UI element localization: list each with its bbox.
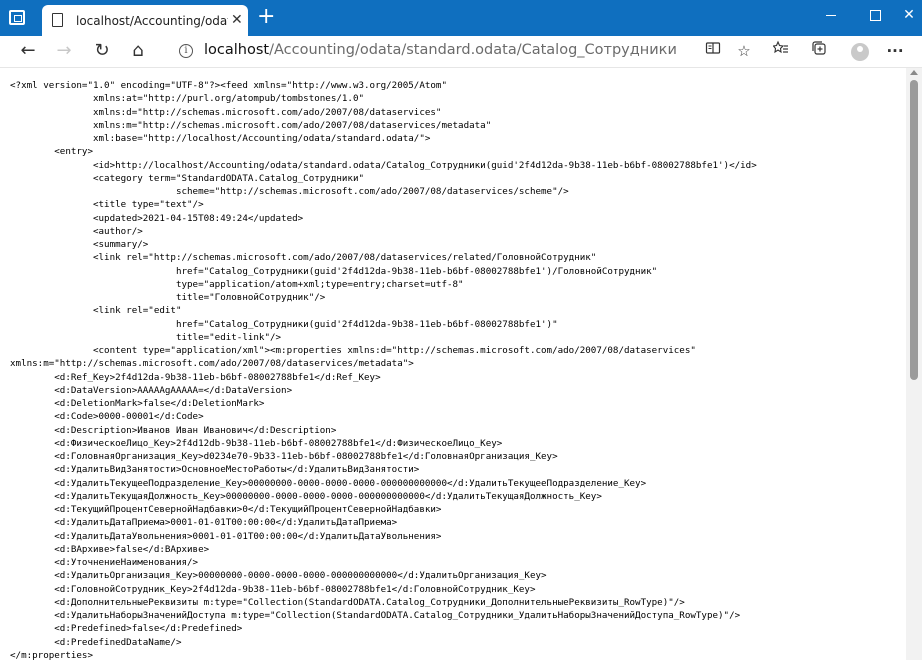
xml-line: scheme="http://schemas.microsoft.com/ado… [10, 186, 569, 197]
xml-line: <d:DeletionMark>false</d:DeletionMark> [10, 398, 265, 409]
xml-line: <?xml version="1.0" encoding="UTF-8"?><f… [10, 80, 447, 91]
address-bar[interactable]: localhost/Accounting/odata/standard.odat… [204, 42, 677, 58]
xml-line: <d:Code>0000-00001</d:Code> [10, 411, 204, 423]
navigation-toolbar: ← → ↻ ⌂ i localhost/Accounting/odata/sta… [0, 36, 922, 68]
favorites-button[interactable] [768, 39, 794, 63]
avatar-icon [851, 42, 869, 61]
xml-line: <d:УдалитьТекущееПодразделение_Key>00000… [10, 477, 647, 489]
page-icon [52, 13, 63, 27]
maximize-icon [869, 9, 881, 21]
more-options-button[interactable]: ··· [882, 39, 908, 63]
xml-line: <summary/> [10, 239, 149, 250]
address-path: /Accounting/odata/standard.odata/Catalog… [269, 42, 677, 58]
xml-line: href="Catalog_Сотрудники(guid'2f4d12da-9… [10, 318, 558, 330]
browser-tab[interactable]: localhost/Accounting/odata/standard.odat… [42, 5, 248, 36]
xml-line: <d:Description>Иванов Иван Иванович</d:D… [10, 424, 337, 436]
xml-line: <d:УдалитьОрганизация_Key>00000000-0000-… [10, 570, 547, 582]
collections-button[interactable] [806, 39, 832, 63]
xml-line: <d:УдалитьВидЗанятости>ОсновноеМестоРабо… [10, 464, 420, 476]
window-menu-icon[interactable] [9, 10, 25, 25]
xml-line: <updated>2021-04-15T08:49:24</updated> [10, 212, 304, 224]
page-content: <?xml version="1.0" encoding="UTF-8"?><f… [0, 68, 906, 660]
xml-line: <d:DataVersion>AAAAAgAAAAA=</d:DataVersi… [10, 384, 293, 396]
xml-line: <entry> [10, 146, 93, 158]
minimize-button[interactable] [808, 0, 854, 32]
xml-line: <id>http://localhost/Accounting/odata/st… [10, 159, 757, 171]
home-button[interactable]: ⌂ [124, 38, 152, 64]
xml-line: <author/> [10, 225, 143, 237]
xml-line: </m:properties> [10, 649, 93, 660]
vertical-scrollbar[interactable] [906, 68, 922, 660]
back-button[interactable]: ← [14, 38, 42, 64]
collections-icon [812, 41, 826, 55]
xml-line: <d:ГоловнойСотрудник_Key>2f4d12da-9b38-1… [10, 583, 536, 595]
title-bar: localhost/Accounting/odata/standard.odat… [0, 0, 922, 36]
xml-line: <d:ДополнительныеРеквизиты m:type="Colle… [10, 596, 685, 608]
xml-line: type="application/atom+xml;type=entry;ch… [10, 278, 464, 290]
xml-line: href="Catalog_Сотрудники(guid'2f4d12da-9… [10, 265, 658, 277]
minimize-icon [826, 14, 836, 16]
xml-line: title="ГоловнойСотрудник"/> [10, 292, 326, 303]
xml-line: <link rel="http://schemas.microsoft.com/… [10, 252, 597, 264]
xml-line: <d:УдалитьТекущаяДолжность_Key>00000000-… [10, 490, 602, 502]
site-info-icon[interactable]: i [179, 44, 193, 58]
xml-line: title="edit-link"/> [10, 331, 282, 343]
new-tab-button[interactable]: + [257, 4, 275, 30]
xml-line: <d:УдалитьДатаПриема>0001-01-01T00:00:00… [10, 517, 398, 529]
xml-line: <d:ТекущийПроцентСевернойНадбавки>0</d:Т… [10, 504, 442, 515]
close-window-button[interactable]: ✕ [886, 0, 922, 32]
tab-title: localhost/Accounting/odata/standard.odat… [76, 14, 228, 28]
forward-button[interactable]: → [50, 38, 78, 64]
xml-line: xmlns:m="http://schemas.microsoft.com/ad… [10, 358, 414, 370]
add-favorite-button[interactable]: ☆ [731, 39, 757, 63]
xml-line: <d:ВАрхиве>false</d:ВАрхиве> [10, 543, 210, 555]
scrollbar-thumb[interactable] [910, 80, 918, 380]
xml-line: xmlns:m="http://schemas.microsoft.com/ad… [10, 119, 492, 131]
xml-line: <link rel="edit" [10, 305, 182, 317]
reload-button[interactable]: ↻ [88, 38, 116, 64]
xml-line: <title type="text"/> [10, 199, 204, 211]
close-tab-icon[interactable]: ✕ [231, 12, 243, 28]
profile-button[interactable] [847, 39, 873, 63]
xml-line: <d:Predefined>false</d:Predefined> [10, 623, 243, 635]
xml-line: <content type="application/xml"><m:prope… [10, 345, 696, 356]
xml-line: <d:ФизическоеЛицо_Key>2f4d12db-9b38-11eb… [10, 437, 503, 449]
xml-document: <?xml version="1.0" encoding="UTF-8"?><f… [0, 68, 906, 660]
xml-line: xmlns:d="http://schemas.microsoft.com/ad… [10, 106, 442, 118]
reader-view-button[interactable] [700, 39, 726, 63]
xml-line: <d:УдалитьДатаУвольнения>0001-01-01T00:0… [10, 530, 442, 542]
xml-line: <category term="StandardODATA.Catalog_Со… [10, 172, 365, 184]
xml-line: xml:base="http://localhost/Accounting/od… [10, 133, 431, 144]
xml-line: <d:Ref_Key>2f4d12da-9b38-11eb-b6bf-08002… [10, 371, 381, 383]
xml-line: <d:ГоловнаяОрганизация_Key>d0234e70-9b33… [10, 451, 558, 462]
xml-line: <d:УточнениеНаименования/> [10, 557, 199, 568]
scroll-up-arrow-icon[interactable] [910, 70, 918, 75]
xml-line: <d:PredefinedDataName/> [10, 636, 182, 648]
reader-view-icon [705, 42, 721, 54]
xml-line: xmlns:at="http://purl.org/atompub/tombst… [10, 93, 365, 105]
xml-line: <d:УдалитьНаборыЗначенийДоступа m:type="… [10, 610, 741, 621]
address-host: localhost [204, 42, 270, 58]
favorites-icon [772, 40, 788, 54]
